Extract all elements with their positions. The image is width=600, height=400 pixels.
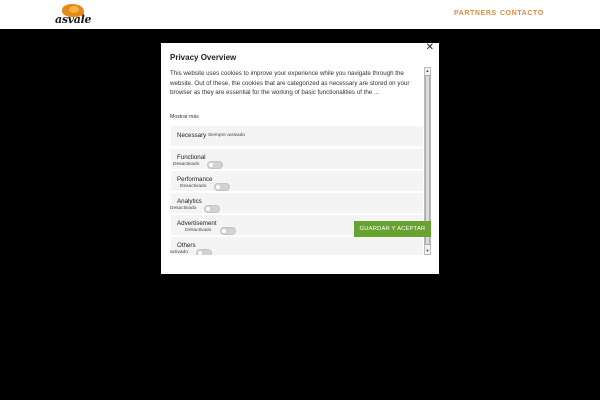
scrollbar-thumb[interactable] (425, 75, 430, 245)
category-status: Desactivado (170, 206, 197, 211)
category-label: Analytics (177, 198, 202, 205)
nav-item-contacto[interactable]: CONTACTO (500, 10, 544, 17)
cookie-category-necessary[interactable]: Necessary Siempre activado (171, 126, 423, 146)
analytics-toggle[interactable] (204, 205, 220, 213)
scroll-up-icon[interactable]: ▲ (425, 68, 430, 74)
modal-title: Privacy Overview (170, 53, 237, 62)
privacy-description: This website uses cookies to improve you… (170, 70, 410, 96)
logo-mark-highlight (69, 6, 79, 13)
cookie-category-analytics[interactable]: Analytics Desactivado (170, 193, 423, 213)
category-label: Performance (177, 176, 213, 183)
cookie-category-functional[interactable]: Functional Desactivado (171, 149, 423, 169)
advertisement-toggle[interactable] (220, 227, 236, 235)
scroll-down-icon[interactable]: ▼ (425, 248, 430, 254)
privacy-modal: ✕ Privacy Overview This website uses coo… (161, 43, 439, 274)
category-label: Necessary (177, 132, 207, 139)
category-label: Advertisement (177, 220, 217, 227)
save-and-accept-button[interactable]: GUARDAR Y ACEPTAR (354, 221, 431, 237)
site-header: asvale PARTNERS CONTACTO (0, 0, 600, 29)
category-label: Functional (177, 154, 206, 161)
show-more-link[interactable]: Mostrar más (170, 114, 199, 120)
category-status: Desactivado (185, 228, 212, 233)
nav-item-partners[interactable]: PARTNERS (454, 10, 497, 17)
modal-backdrop: ✕ Privacy Overview This website uses coo… (0, 29, 600, 400)
category-status: Desactivado (173, 162, 200, 167)
cookie-category-performance[interactable]: Performance Desactivado (171, 171, 423, 191)
category-status: Desactivado (180, 184, 207, 189)
site-logo[interactable]: asvale (55, 4, 97, 26)
category-status: Siempre activado (208, 133, 246, 138)
others-toggle[interactable] (196, 249, 212, 255)
functional-toggle[interactable] (207, 161, 223, 169)
cookie-category-others[interactable]: Others activado (170, 237, 423, 255)
category-status: activado (170, 250, 188, 255)
performance-toggle[interactable] (214, 183, 230, 191)
close-icon[interactable]: ✕ (426, 43, 434, 53)
logo-text: asvale (55, 13, 92, 26)
category-label: Others (177, 242, 196, 249)
